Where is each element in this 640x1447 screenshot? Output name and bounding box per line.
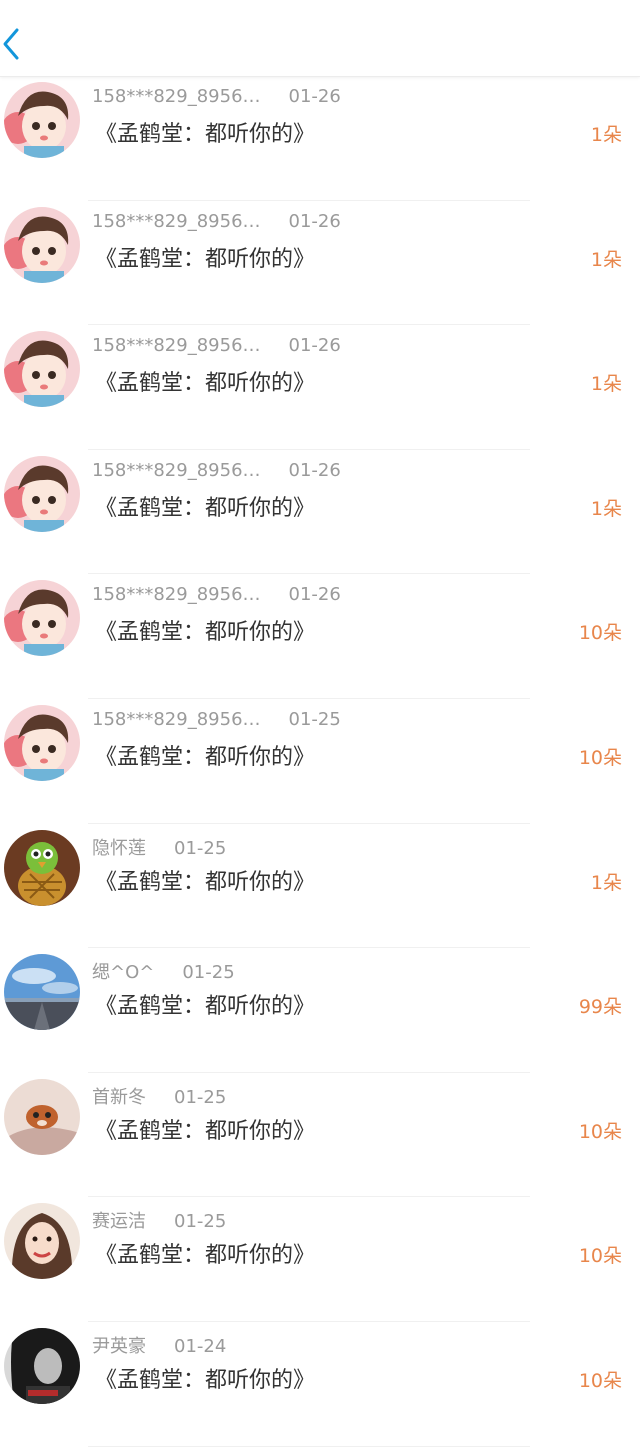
record-meta: 158***829_8956… 01-26 — [92, 211, 341, 232]
user-name: 158***829_8956… — [92, 459, 261, 481]
list-item[interactable]: 缌^O^ 01-25 《孟鹤堂：都听你的》 99朵 — [0, 948, 640, 1073]
chevron-left-icon — [3, 28, 19, 60]
record-meta: 缌^O^ 01-25 — [92, 958, 235, 984]
flower-count: 1朵 — [590, 497, 622, 520]
record-title: 《孟鹤堂：都听你的》 — [95, 495, 316, 521]
flower-count: 10朵 — [578, 1369, 622, 1392]
user-name: 缌^O^ — [92, 962, 155, 984]
record-meta: 158***829_8956… 01-25 — [92, 709, 341, 730]
user-name: 158***829_8956… — [92, 584, 261, 606]
avatar[interactable] — [4, 82, 80, 158]
record-title: 《孟鹤堂：都听你的》 — [95, 1118, 316, 1144]
record-title: 《孟鹤堂：都听你的》 — [95, 620, 316, 646]
user-name: 尹英豪 — [92, 1335, 146, 1357]
list-item[interactable]: 158***829_8956… 01-26 《孟鹤堂：都听你的》 1朵 — [0, 450, 640, 575]
user-name: 158***829_8956… — [92, 708, 261, 730]
record-date: 01-25 — [182, 962, 235, 984]
flower-count: 99朵 — [578, 996, 622, 1019]
user-name: 首新冬 — [92, 1086, 146, 1108]
record-title: 《孟鹤堂：都听你的》 — [95, 122, 316, 147]
record-meta: 首新冬 01-25 — [92, 1083, 226, 1109]
user-name: 赛运洁 — [92, 1211, 146, 1233]
list-item[interactable]: 158***829_8956… 01-26 《孟鹤堂：都听你的》 1朵 — [0, 201, 640, 326]
record-title: 《孟鹤堂：都听你的》 — [95, 994, 316, 1020]
record-date: 01-26 — [288, 459, 341, 481]
record-meta: 158***829_8956… 01-26 — [92, 584, 341, 605]
flower-count: 1朵 — [590, 124, 622, 146]
list-item[interactable]: 158***829_8956… 01-26 《孟鹤堂：都听你的》 1朵 — [0, 76, 640, 201]
avatar[interactable] — [4, 1327, 80, 1404]
flower-count: 1朵 — [590, 248, 622, 271]
flower-count: 10朵 — [578, 1245, 622, 1268]
record-date: 01-25 — [174, 837, 227, 859]
flower-count: 10朵 — [578, 1120, 622, 1143]
list-item[interactable]: 首新冬 01-25 《孟鹤堂：都听你的》 10朵 — [0, 1073, 640, 1198]
flower-count: 10朵 — [578, 746, 622, 769]
record-date: 01-25 — [174, 1211, 227, 1233]
avatar[interactable] — [4, 1078, 80, 1155]
top-bar — [0, 0, 640, 77]
avatar[interactable] — [4, 1203, 80, 1280]
flower-count: 1朵 — [590, 871, 622, 894]
record-title: 《孟鹤堂：都听你的》 — [95, 246, 316, 272]
record-meta: 158***829_8956… 01-26 — [92, 335, 341, 356]
record-date: 01-26 — [288, 584, 341, 606]
record-date: 01-26 — [288, 210, 341, 232]
gift-record-list: 158***829_8956… 01-26 《孟鹤堂：都听你的》 1朵 158**… — [0, 76, 640, 1447]
list-item[interactable]: 158***829_8956… 01-26 《孟鹤堂：都听你的》 10朵 — [0, 574, 640, 699]
user-name: 158***829_8956… — [92, 335, 261, 357]
record-date: 01-25 — [174, 1086, 227, 1108]
record-date: 01-25 — [288, 708, 341, 730]
record-title: 《孟鹤堂：都听你的》 — [95, 1243, 316, 1269]
user-name: 158***829_8956… — [92, 210, 261, 232]
record-title: 《孟鹤堂：都听你的》 — [95, 371, 316, 397]
avatar[interactable] — [4, 331, 80, 408]
list-item[interactable]: 隐怀莲 01-25 《孟鹤堂：都听你的》 1朵 — [0, 824, 640, 949]
record-date: 01-26 — [288, 86, 341, 107]
flower-count: 10朵 — [578, 622, 622, 645]
avatar[interactable] — [4, 455, 80, 532]
avatar[interactable] — [4, 829, 80, 906]
list-item[interactable]: 尹英豪 01-24 《孟鹤堂：都听你的》 10朵 — [0, 1322, 640, 1447]
record-meta: 尹英豪 01-24 — [92, 1332, 226, 1358]
back-button[interactable] — [0, 26, 22, 62]
user-name: 158***829_8956… — [92, 86, 261, 107]
avatar[interactable] — [4, 580, 80, 657]
record-title: 《孟鹤堂：都听你的》 — [95, 744, 316, 770]
avatar[interactable] — [4, 704, 80, 781]
record-title: 《孟鹤堂：都听你的》 — [95, 869, 316, 895]
list-item[interactable]: 赛运洁 01-25 《孟鹤堂：都听你的》 10朵 — [0, 1197, 640, 1322]
flower-count: 1朵 — [590, 373, 622, 396]
record-date: 01-24 — [174, 1335, 227, 1357]
record-date: 01-26 — [288, 335, 341, 357]
record-meta: 赛运洁 01-25 — [92, 1207, 226, 1233]
record-meta: 158***829_8956… 01-26 — [92, 460, 341, 481]
user-name: 隐怀莲 — [92, 837, 146, 859]
avatar[interactable] — [4, 206, 80, 283]
record-title: 《孟鹤堂：都听你的》 — [95, 1367, 316, 1393]
list-item[interactable]: 158***829_8956… 01-25 《孟鹤堂：都听你的》 10朵 — [0, 699, 640, 824]
record-meta: 隐怀莲 01-25 — [92, 834, 226, 860]
list-item[interactable]: 158***829_8956… 01-26 《孟鹤堂：都听你的》 1朵 — [0, 325, 640, 450]
avatar[interactable] — [4, 954, 80, 1031]
record-meta: 158***829_8956… 01-26 — [92, 86, 341, 107]
